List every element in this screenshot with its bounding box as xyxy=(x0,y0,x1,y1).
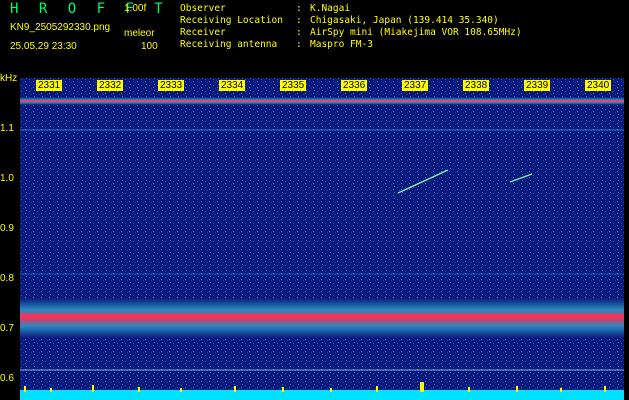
x-tick-label: 2338 xyxy=(463,80,490,91)
y-tick-label: 0.6 xyxy=(0,373,14,384)
version-label: 1.00f xyxy=(124,3,147,14)
x-tick-label: 2339 xyxy=(524,80,551,91)
y-axis-unit: kHz xyxy=(0,73,18,84)
waterfall-spectrogram xyxy=(20,78,624,400)
y-tick-label: 0.9 xyxy=(0,223,14,234)
y-tick-label: 0.7 xyxy=(0,323,14,334)
x-tick-label: 2337 xyxy=(402,80,429,91)
info-row-observer: Observer: K.Nagai xyxy=(180,3,351,14)
file-name: KN9_2505292330.png xyxy=(10,22,111,33)
datetime-label: 25.05.29 23:30 xyxy=(10,41,77,52)
x-tick-label: 2332 xyxy=(97,80,124,91)
x-tick-label: 2336 xyxy=(341,80,368,91)
spectrogram-svg xyxy=(20,78,624,400)
y-tick-label: 0.8 xyxy=(0,273,14,284)
main-carrier-band xyxy=(20,298,624,338)
meteor-value: 100 xyxy=(141,41,158,52)
power-baseline xyxy=(20,390,624,400)
header-panel: H R O F F T 1.00f KN9_2505292330.png mel… xyxy=(0,0,629,78)
y-tick-label: 1.1 xyxy=(0,123,14,134)
x-tick-label: 2331 xyxy=(36,80,63,91)
x-tick-label: 2333 xyxy=(158,80,185,91)
info-row-location: Receiving Location: Chigasaki, Japan (139… xyxy=(180,15,499,26)
station-info: Observer: K.Nagai Receiving Location: Chig… xyxy=(180,3,522,51)
y-tick-label: 1.0 xyxy=(0,173,14,184)
info-row-receiver: Receiver: AirSpy mini (Miakejima VOR 108.… xyxy=(180,27,522,38)
x-tick-label: 2334 xyxy=(219,80,246,91)
x-tick-label: 2340 xyxy=(585,80,612,91)
x-tick-label: 2335 xyxy=(280,80,307,91)
noise-floor xyxy=(20,78,624,400)
meteor-label: meleor xyxy=(124,28,155,39)
info-row-antenna: Receiving antenna: Maspro FM-3 xyxy=(180,39,373,50)
